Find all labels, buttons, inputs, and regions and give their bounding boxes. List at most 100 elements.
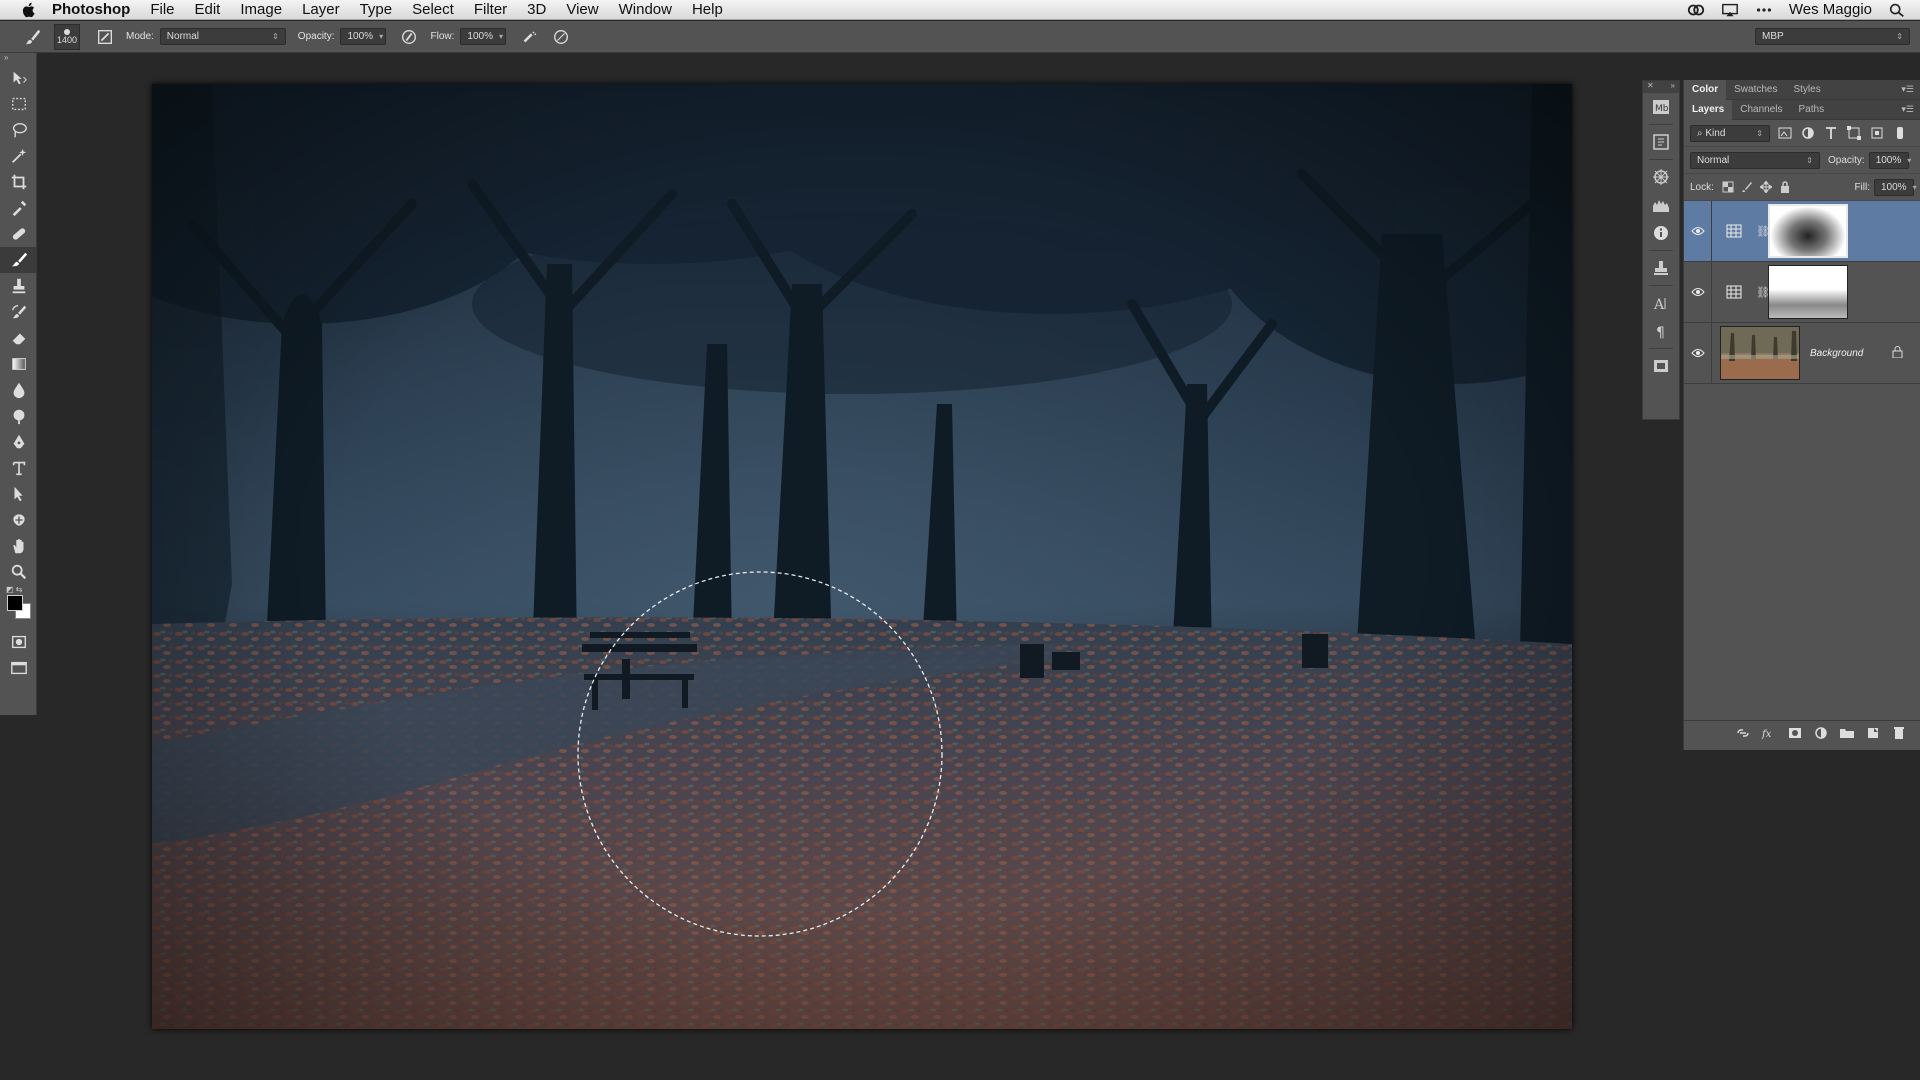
adjustment-layer-icon[interactable] — [1712, 224, 1756, 238]
menu-help[interactable]: Help — [692, 1, 723, 18]
brush-tool-icon[interactable] — [0, 247, 37, 273]
filter-type-icon[interactable] — [1823, 126, 1839, 140]
menu-window[interactable]: Window — [619, 1, 672, 18]
airbrush-button[interactable] — [518, 26, 540, 48]
flow-field[interactable]: 100% ▾ — [460, 28, 507, 45]
lock-all-icon[interactable] — [1779, 181, 1791, 193]
quick-mask-icon[interactable] — [0, 629, 37, 655]
clone-stamp-icon[interactable] — [0, 273, 37, 299]
new-group-icon[interactable] — [1839, 726, 1855, 740]
tools-collapse-icon[interactable]: » — [0, 53, 36, 65]
swap-colors-icon[interactable]: ◩ ⇆ — [6, 585, 22, 594]
mode-select[interactable]: Normal ⇕ — [159, 28, 286, 45]
layer-visibility-toggle[interactable] — [1684, 200, 1712, 262]
spotlight-search-icon[interactable] — [1888, 2, 1906, 18]
creative-cloud-icon[interactable] — [1687, 2, 1705, 18]
type-icon[interactable] — [0, 455, 37, 481]
blur-icon[interactable] — [0, 377, 37, 403]
healing-brush-icon[interactable] — [0, 221, 37, 247]
pressure-opacity-button[interactable] — [398, 26, 420, 48]
eyedropper-icon[interactable] — [0, 195, 37, 221]
close-icon[interactable]: ✕ — [1647, 81, 1654, 93]
brush-size-preview[interactable]: 1400 — [54, 23, 80, 50]
menu-image[interactable]: Image — [240, 1, 282, 18]
filter-adjustment-icon[interactable] — [1800, 126, 1816, 140]
tab-color[interactable]: Color — [1684, 79, 1727, 100]
history-icon[interactable] — [1643, 128, 1679, 156]
histogram-icon[interactable] — [1643, 191, 1679, 219]
layer-opacity-field[interactable]: 100% ▾ — [1868, 151, 1911, 169]
move-tool-icon[interactable] — [0, 65, 37, 91]
user-name[interactable]: Wes Maggio — [1789, 1, 1872, 18]
panel-menu-icon[interactable]: ▾☰ — [1901, 84, 1920, 95]
menu-3d[interactable]: 3D — [527, 1, 546, 18]
new-adjustment-icon[interactable] — [1813, 726, 1829, 740]
layer-image-thumbnail[interactable] — [1720, 326, 1800, 380]
layer-visibility-toggle[interactable] — [1684, 261, 1712, 323]
eraser-icon[interactable] — [0, 325, 37, 351]
expand-panels-icon[interactable]: » — [1671, 81, 1675, 93]
new-layer-icon[interactable] — [1865, 726, 1881, 740]
lasso-icon[interactable] — [0, 117, 37, 143]
layer-name[interactable]: Background — [1810, 348, 1892, 359]
document-image[interactable] — [152, 84, 1572, 1029]
gradient-icon[interactable] — [0, 351, 37, 377]
adjustment-layer-icon[interactable] — [1712, 285, 1756, 299]
menu-edit[interactable]: Edit — [195, 1, 221, 18]
layer-row-curves-2[interactable]: ⛓ — [1684, 261, 1920, 323]
hand-icon[interactable] — [0, 533, 37, 559]
clone-source-icon[interactable] — [1643, 254, 1679, 282]
filter-smart-object-icon[interactable] — [1869, 126, 1885, 140]
delete-layer-icon[interactable] — [1891, 726, 1907, 740]
tab-paths[interactable]: Paths — [1791, 100, 1833, 120]
paragraph-icon[interactable]: ¶ — [1643, 317, 1679, 345]
mask-link-icon[interactable]: ⛓ — [1756, 225, 1770, 238]
info-icon[interactable] — [1643, 219, 1679, 247]
layer-visibility-toggle[interactable] — [1684, 322, 1712, 384]
opacity-field[interactable]: 100% ▾ — [340, 28, 387, 45]
tab-swatches[interactable]: Swatches — [1726, 80, 1785, 100]
filter-shape-icon[interactable] — [1846, 126, 1862, 140]
layer-mask-thumbnail[interactable] — [1768, 204, 1848, 258]
pressure-size-button[interactable] — [550, 26, 572, 48]
rect-marquee-icon[interactable] — [0, 91, 37, 117]
filter-kind-select[interactable]: ⌕ Kind ⇕ — [1690, 124, 1770, 142]
lock-pixels-icon[interactable] — [1741, 181, 1753, 193]
workspace-switcher[interactable]: MBP ⇕ — [1755, 28, 1910, 45]
foreground-color-swatch[interactable] — [7, 595, 23, 611]
fill-field[interactable]: 100% ▾ — [1874, 178, 1917, 196]
filter-pixel-icon[interactable] — [1777, 126, 1793, 140]
zoom-icon[interactable] — [0, 559, 37, 585]
custom-shape-icon[interactable] — [0, 507, 37, 533]
filter-toggle-icon[interactable] — [1892, 126, 1908, 140]
mask-link-icon[interactable]: ⛓ — [1756, 286, 1770, 299]
pen-icon[interactable] — [0, 429, 37, 455]
tab-channels[interactable]: Channels — [1732, 100, 1790, 120]
more-dots-icon[interactable] — [1755, 2, 1773, 18]
tab-layers[interactable]: Layers — [1684, 99, 1733, 120]
menu-type[interactable]: Type — [360, 1, 393, 18]
character-icon[interactable]: A — [1643, 289, 1679, 317]
history-brush-icon[interactable] — [0, 299, 37, 325]
tab-styles[interactable]: Styles — [1785, 80, 1828, 100]
dodge-icon[interactable] — [0, 403, 37, 429]
path-select-icon[interactable] — [0, 481, 37, 507]
menu-view[interactable]: View — [566, 1, 598, 18]
adjustments-icon[interactable] — [1643, 163, 1679, 191]
apple-icon[interactable] — [20, 1, 38, 19]
mini-bridge-icon[interactable]: Mb — [1643, 93, 1679, 121]
panel-menu-icon[interactable]: ▾☰ — [1901, 104, 1920, 115]
brush-preset-picker[interactable]: 1400 — [54, 23, 80, 50]
menu-layer[interactable]: Layer — [302, 1, 340, 18]
menu-select[interactable]: Select — [412, 1, 454, 18]
blend-mode-select[interactable]: Normal ⇕ — [1690, 151, 1820, 169]
layer-row-curves-1[interactable]: ⛓ — [1684, 200, 1920, 262]
add-mask-icon[interactable] — [1787, 726, 1803, 740]
layer-comps-icon[interactable] — [1643, 352, 1679, 380]
airplay-icon[interactable] — [1721, 2, 1739, 18]
layer-style-fx-icon[interactable]: fx — [1761, 726, 1777, 740]
magic-wand-icon[interactable] — [0, 143, 37, 169]
layer-mask-thumbnail[interactable] — [1768, 265, 1848, 319]
menu-filter[interactable]: Filter — [474, 1, 507, 18]
crop-icon[interactable] — [0, 169, 37, 195]
